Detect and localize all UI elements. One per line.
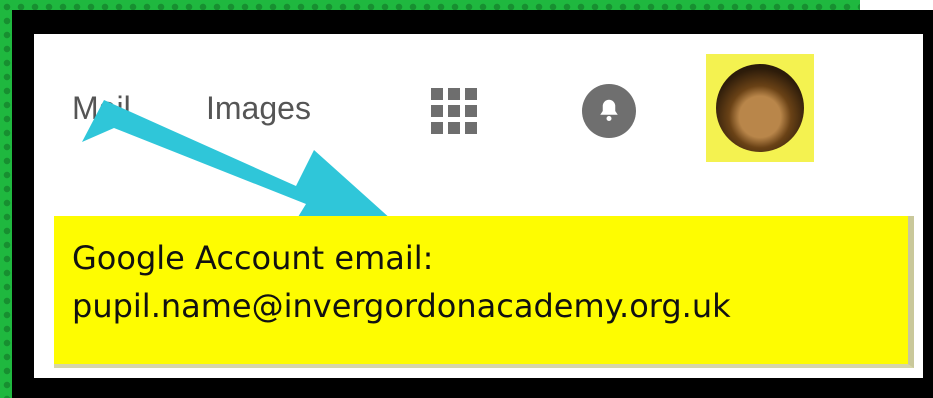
bell-glyph-icon <box>600 99 618 121</box>
email-callout: Google Account email: pupil.name@invergo… <box>54 216 914 368</box>
avatar[interactable] <box>716 64 804 152</box>
apps-grid-icon[interactable] <box>429 86 479 136</box>
screenshot-frame: Mail Images Google Account email: pupil.… <box>12 10 933 398</box>
callout-email: pupil.name@invergordonacademy.org.uk <box>72 287 731 325</box>
notifications-bell-icon[interactable] <box>582 84 636 138</box>
google-header-panel: Mail Images Google Account email: pupil.… <box>34 34 923 378</box>
callout-title: Google Account email: <box>72 239 434 277</box>
account-avatar-highlight[interactable] <box>706 54 814 162</box>
pointer-arrow-icon <box>82 100 392 230</box>
